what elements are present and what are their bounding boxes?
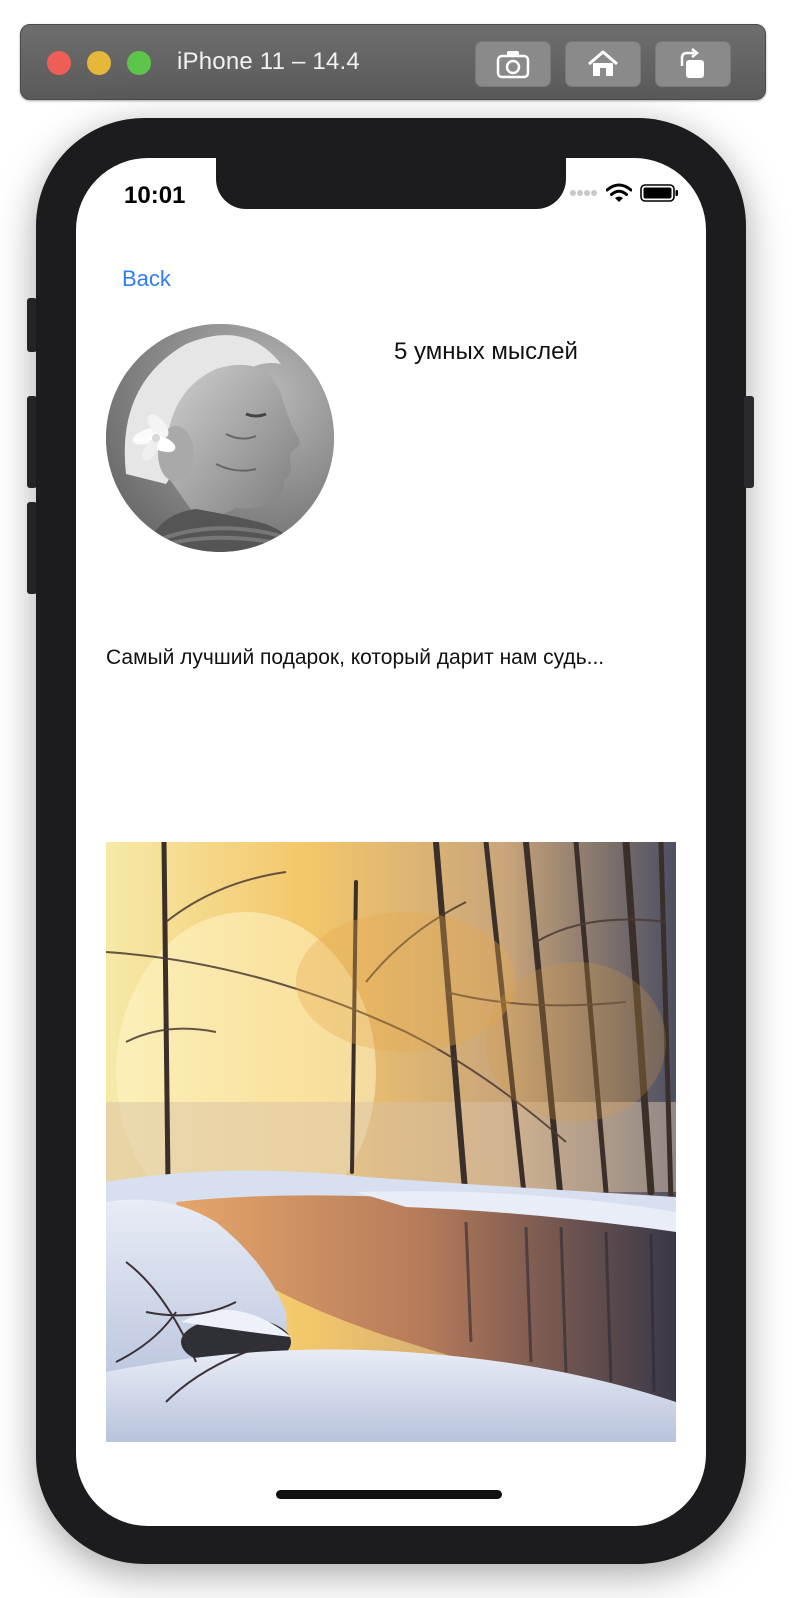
notch — [216, 158, 566, 209]
minimize-window-button[interactable] — [87, 51, 111, 75]
screenshot-icon — [496, 51, 530, 79]
landscape-illustration — [106, 842, 676, 1442]
close-window-button[interactable] — [47, 51, 71, 75]
article-headline: 5 умных мыслей — [394, 338, 578, 365]
winter-landscape-image — [106, 842, 676, 1442]
cellular-signal-icon — [570, 190, 597, 196]
device-screen: 10:01 Back 5 умных мыслей Самый лучший п… — [76, 158, 706, 1526]
battery-icon — [640, 184, 678, 202]
simulator-title: iPhone 11 – 14.4 — [177, 48, 360, 75]
zoom-window-button[interactable] — [127, 51, 151, 75]
home-icon — [588, 50, 618, 76]
status-time: 10:01 — [124, 182, 186, 209]
author-portrait-image — [106, 324, 334, 552]
quote-preview-text: Самый лучший подарок, который дарит нам … — [106, 646, 605, 669]
wifi-icon — [606, 183, 632, 202]
status-icons — [570, 183, 680, 203]
screenshot-button[interactable] — [475, 41, 551, 87]
rotate-button[interactable] — [655, 41, 731, 87]
rotate-icon — [680, 48, 704, 78]
back-button[interactable]: Back — [122, 266, 171, 292]
author-avatar — [106, 324, 334, 552]
home-button[interactable] — [565, 41, 641, 87]
home-indicator[interactable] — [276, 1490, 502, 1499]
power-button — [744, 396, 754, 488]
simulator-titlebar: iPhone 11 – 14.4 — [20, 24, 766, 100]
